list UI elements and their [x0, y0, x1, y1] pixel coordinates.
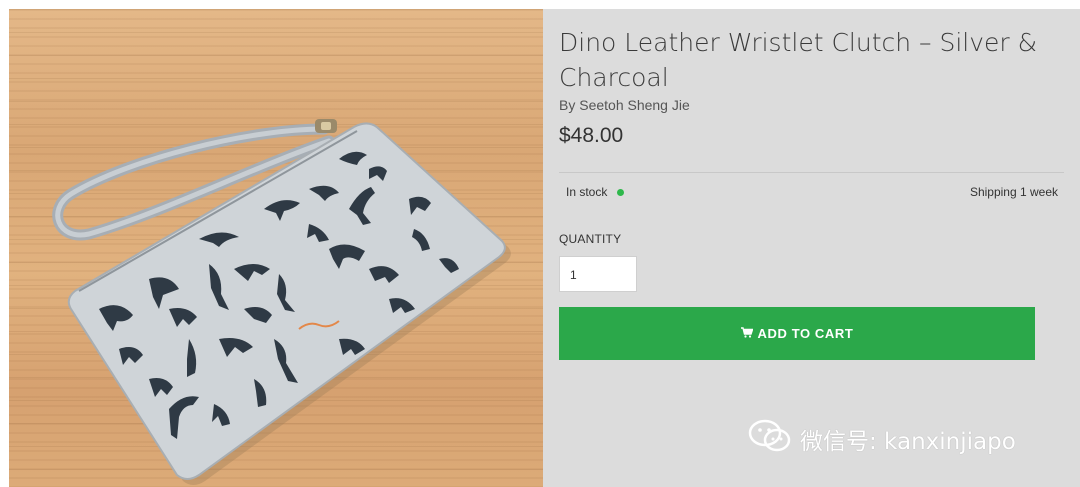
product-image[interactable]: [9, 9, 543, 487]
stock-indicator-icon: [617, 188, 625, 196]
wechat-icon: [748, 418, 792, 460]
product-price: $48.00: [559, 124, 624, 147]
add-to-cart-button[interactable]: ADD TO CART: [559, 307, 1035, 360]
stock-label: In stock: [566, 185, 608, 199]
quantity-label: QUANTITY: [559, 232, 622, 246]
product-title: Dino Leather Wristlet Clutch – Silver & …: [559, 28, 1038, 92]
quantity-input[interactable]: 1: [559, 256, 637, 292]
cart-icon: [740, 326, 754, 341]
shipping-info: Shipping 1 week: [969, 185, 1058, 199]
product-byline[interactable]: By Seetoh Sheng Jie: [559, 97, 690, 113]
clutch-illustration: [52, 119, 511, 485]
watermark: 微信号: kanxinjiapo: [748, 418, 1016, 460]
stock-status: In stock: [566, 185, 625, 199]
divider: [559, 172, 1064, 173]
watermark-text: 微信号: kanxinjiapo: [800, 429, 1016, 455]
add-to-cart-label: ADD TO CART: [757, 326, 854, 341]
